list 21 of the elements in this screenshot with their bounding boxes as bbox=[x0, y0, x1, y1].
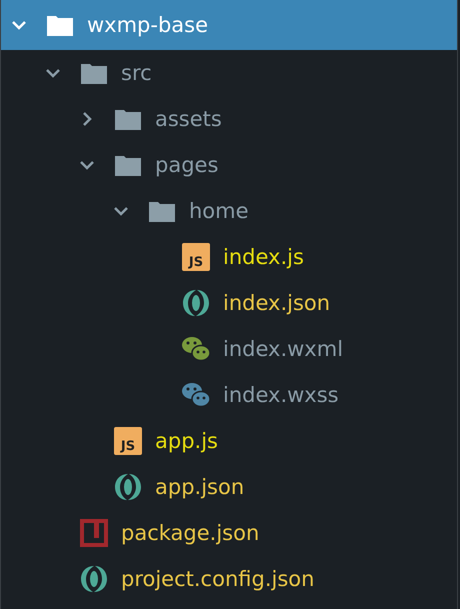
swirl-icon bbox=[113, 473, 143, 501]
swirl-icon bbox=[79, 565, 109, 593]
npm-icon bbox=[79, 519, 109, 547]
tree-item[interactable]: pages bbox=[1, 142, 457, 188]
tree-item[interactable]: index.json bbox=[1, 280, 457, 326]
chat-bubbles-icon bbox=[181, 381, 211, 409]
tree-item[interactable]: app.json bbox=[1, 464, 457, 510]
js-file-icon: JS bbox=[181, 243, 211, 271]
tree-item[interactable]: project.config.json bbox=[1, 556, 457, 602]
tree-item[interactable]: package.json bbox=[1, 510, 457, 556]
tree-item[interactable]: assets bbox=[1, 96, 457, 142]
js-file-icon: JS bbox=[113, 427, 143, 455]
swirl-icon bbox=[181, 289, 211, 317]
tree-item[interactable]: wxmp-base bbox=[1, 0, 457, 50]
tree-item[interactable]: index.wxml bbox=[1, 326, 457, 372]
tree-item[interactable]: JS index.js bbox=[1, 234, 457, 280]
tree-item[interactable]: src bbox=[1, 50, 457, 96]
tree-item[interactable]: home bbox=[1, 188, 457, 234]
chat-bubbles-icon bbox=[181, 335, 211, 363]
tree-item[interactable]: JS app.js bbox=[1, 418, 457, 464]
tree-item[interactable]: index.wxss bbox=[1, 372, 457, 418]
